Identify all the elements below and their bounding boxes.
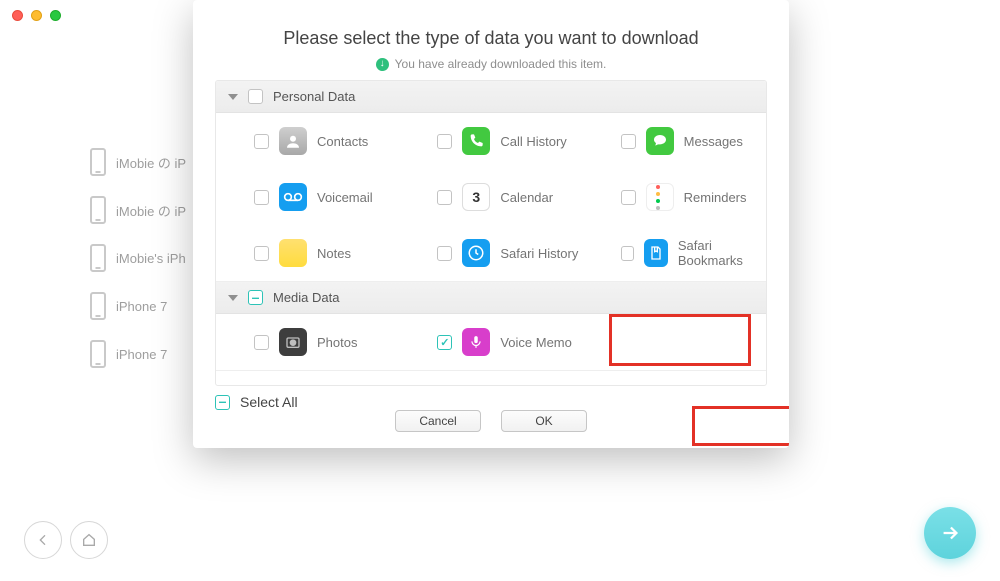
item-checkbox[interactable] — [254, 190, 269, 205]
item-checkbox[interactable] — [254, 134, 269, 149]
photos-icon — [279, 328, 307, 356]
annotation-highlight-ok — [692, 406, 789, 446]
voice-memo-icon — [462, 328, 490, 356]
data-item-photos[interactable]: Photos — [216, 314, 399, 370]
phone-icon — [90, 340, 106, 368]
ok-button[interactable]: OK — [501, 410, 587, 432]
item-label: Safari History — [500, 246, 578, 261]
data-item-contacts[interactable]: Contacts — [216, 113, 399, 169]
item-label: Safari Bookmarks — [678, 238, 766, 268]
safari-history-icon — [462, 239, 490, 267]
category-checkbox-media[interactable] — [248, 290, 263, 305]
minimize-window-button[interactable] — [31, 10, 42, 21]
sidebar-device-item[interactable]: iMobie の iP — [90, 196, 186, 224]
device-sidebar: iMobie の iP iMobie の iP iMobie's iPh iPh… — [90, 148, 186, 368]
dialog-subtitle-text: You have already downloaded this item. — [395, 57, 607, 71]
data-item-call-history[interactable]: Call History — [399, 113, 582, 169]
item-checkbox[interactable] — [437, 335, 452, 350]
item-checkbox[interactable] — [437, 134, 452, 149]
item-checkbox[interactable] — [437, 190, 452, 205]
data-item-reminders[interactable]: Reminders — [583, 169, 766, 225]
next-button[interactable] — [924, 507, 976, 559]
disclosure-triangle-icon[interactable] — [228, 295, 238, 301]
reminders-icon — [646, 183, 674, 211]
select-all-label: Select All — [240, 394, 298, 410]
cancel-button[interactable]: Cancel — [395, 410, 481, 432]
data-item-voicemail[interactable]: Voicemail — [216, 169, 399, 225]
item-label: Calendar — [500, 190, 553, 205]
item-label: Contacts — [317, 134, 368, 149]
sidebar-item-label: iMobie's iPh — [116, 251, 186, 266]
category-title: Media Data — [273, 290, 339, 305]
phone-icon — [90, 292, 106, 320]
dialog-subtitle: ↓ You have already downloaded this item. — [193, 57, 789, 71]
messages-icon — [646, 127, 674, 155]
disclosure-triangle-icon[interactable] — [228, 94, 238, 100]
category-checkbox-personal[interactable] — [248, 89, 263, 104]
annotation-highlight-voice-memo — [609, 314, 751, 366]
data-item-safari-history[interactable]: Safari History — [399, 225, 582, 281]
phone-icon — [90, 148, 106, 176]
contacts-icon — [279, 127, 307, 155]
item-label: Photos — [317, 335, 357, 350]
item-label: Messages — [684, 134, 743, 149]
category-header-media[interactable]: Media Data — [216, 282, 766, 314]
category-items-personal: Contacts Call History Messages — [216, 113, 766, 282]
select-all-row[interactable]: Select All — [215, 394, 298, 410]
data-item-messages[interactable]: Messages — [583, 113, 766, 169]
zoom-window-button[interactable] — [50, 10, 61, 21]
data-item-notes[interactable]: Notes — [216, 225, 399, 281]
item-label: Voice Memo — [500, 335, 572, 350]
sidebar-device-item[interactable]: iPhone 7 — [90, 340, 186, 368]
item-label: Call History — [500, 134, 566, 149]
item-checkbox[interactable] — [254, 246, 269, 261]
item-checkbox[interactable] — [254, 335, 269, 350]
safari-bookmarks-icon — [644, 239, 668, 267]
data-item-calendar[interactable]: 3 Calendar — [399, 169, 582, 225]
data-item-safari-bookmarks[interactable]: Safari Bookmarks — [583, 225, 766, 281]
voicemail-icon — [279, 183, 307, 211]
sidebar-device-item[interactable]: iMobie's iPh — [90, 244, 186, 272]
item-label: Reminders — [684, 190, 747, 205]
download-dialog: Please select the type of data you want … — [193, 0, 789, 448]
sidebar-item-label: iPhone 7 — [116, 347, 167, 362]
category-header-personal[interactable]: Personal Data — [216, 81, 766, 113]
dialog-title: Please select the type of data you want … — [193, 28, 789, 49]
phone-icon — [90, 244, 106, 272]
item-checkbox[interactable] — [621, 190, 636, 205]
close-window-button[interactable] — [12, 10, 23, 21]
window-controls — [12, 10, 61, 21]
sidebar-item-label: iMobie の iP — [116, 153, 186, 172]
select-all-checkbox[interactable] — [215, 395, 230, 410]
item-checkbox[interactable] — [621, 246, 634, 261]
item-label: Notes — [317, 246, 351, 261]
notes-icon — [279, 239, 307, 267]
back-button[interactable] — [24, 521, 62, 559]
sidebar-item-label: iMobie の iP — [116, 201, 186, 220]
download-done-icon: ↓ — [376, 58, 389, 71]
sidebar-device-item[interactable]: iPhone 7 — [90, 292, 186, 320]
phone-icon — [90, 196, 106, 224]
item-label: Voicemail — [317, 190, 373, 205]
category-title: Personal Data — [273, 89, 355, 104]
sidebar-device-item[interactable]: iMobie の iP — [90, 148, 186, 176]
call-history-icon — [462, 127, 490, 155]
home-button[interactable] — [70, 521, 108, 559]
item-checkbox[interactable] — [621, 134, 636, 149]
sidebar-item-label: iPhone 7 — [116, 299, 167, 314]
data-item-voice-memo[interactable]: Voice Memo — [399, 314, 582, 370]
item-checkbox[interactable] — [437, 246, 452, 261]
calendar-icon: 3 — [462, 183, 490, 211]
